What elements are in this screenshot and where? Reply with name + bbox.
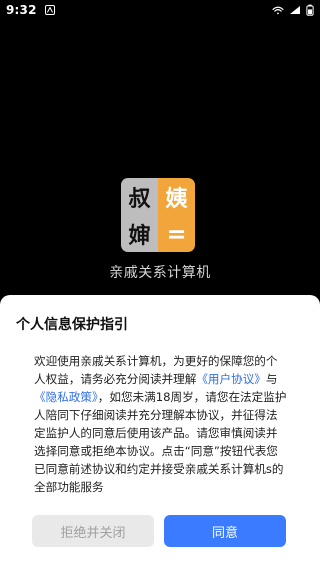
cellular-signal-icon <box>289 5 301 15</box>
dialog-body-text: 与 <box>265 372 278 386</box>
reject-and-close-button[interactable]: 拒绝并关闭 <box>32 515 154 547</box>
dialog-body-text: ，如您未满18周岁，请您在法定监护人陪同下仔细阅读并充分理解本协议，并征得法定监… <box>34 390 287 494</box>
battery-icon <box>306 4 314 16</box>
logo-tile: 姨 <box>158 178 195 215</box>
logo-tile: 叔 <box>121 178 158 215</box>
status-bar: 9:32 <box>0 0 320 20</box>
logo-tile: 婶 <box>121 215 158 252</box>
agree-button[interactable]: 同意 <box>164 515 286 547</box>
status-left: 9:32 <box>6 3 55 17</box>
user-agreement-link[interactable]: 《用户协议》 <box>196 372 266 386</box>
privacy-policy-link[interactable]: 《隐私政策》 <box>34 390 98 404</box>
dialog-actions: 拒绝并关闭 同意 <box>32 515 286 547</box>
dialog-title: 个人信息保护指引 <box>16 317 128 333</box>
notification-icon <box>44 5 55 15</box>
status-right <box>272 4 314 16</box>
privacy-dialog: 个人信息保护指引 欢迎使用亲戚关系计算机，为更好的保障您的个人权益，请务必充分阅… <box>0 295 320 572</box>
splash-area: 叔 姨 婶 = 亲戚关系计算机 <box>0 20 320 295</box>
app-logo: 叔 姨 婶 = <box>121 178 195 252</box>
app-name: 亲戚关系计算机 <box>109 265 211 281</box>
logo-tile: = <box>158 215 195 252</box>
status-time: 9:32 <box>6 3 37 17</box>
wifi-icon <box>272 5 284 15</box>
dialog-body: 欢迎使用亲戚关系计算机，为更好的保障您的个人权益，请务必充分阅读并理解《用户协议… <box>16 352 304 496</box>
